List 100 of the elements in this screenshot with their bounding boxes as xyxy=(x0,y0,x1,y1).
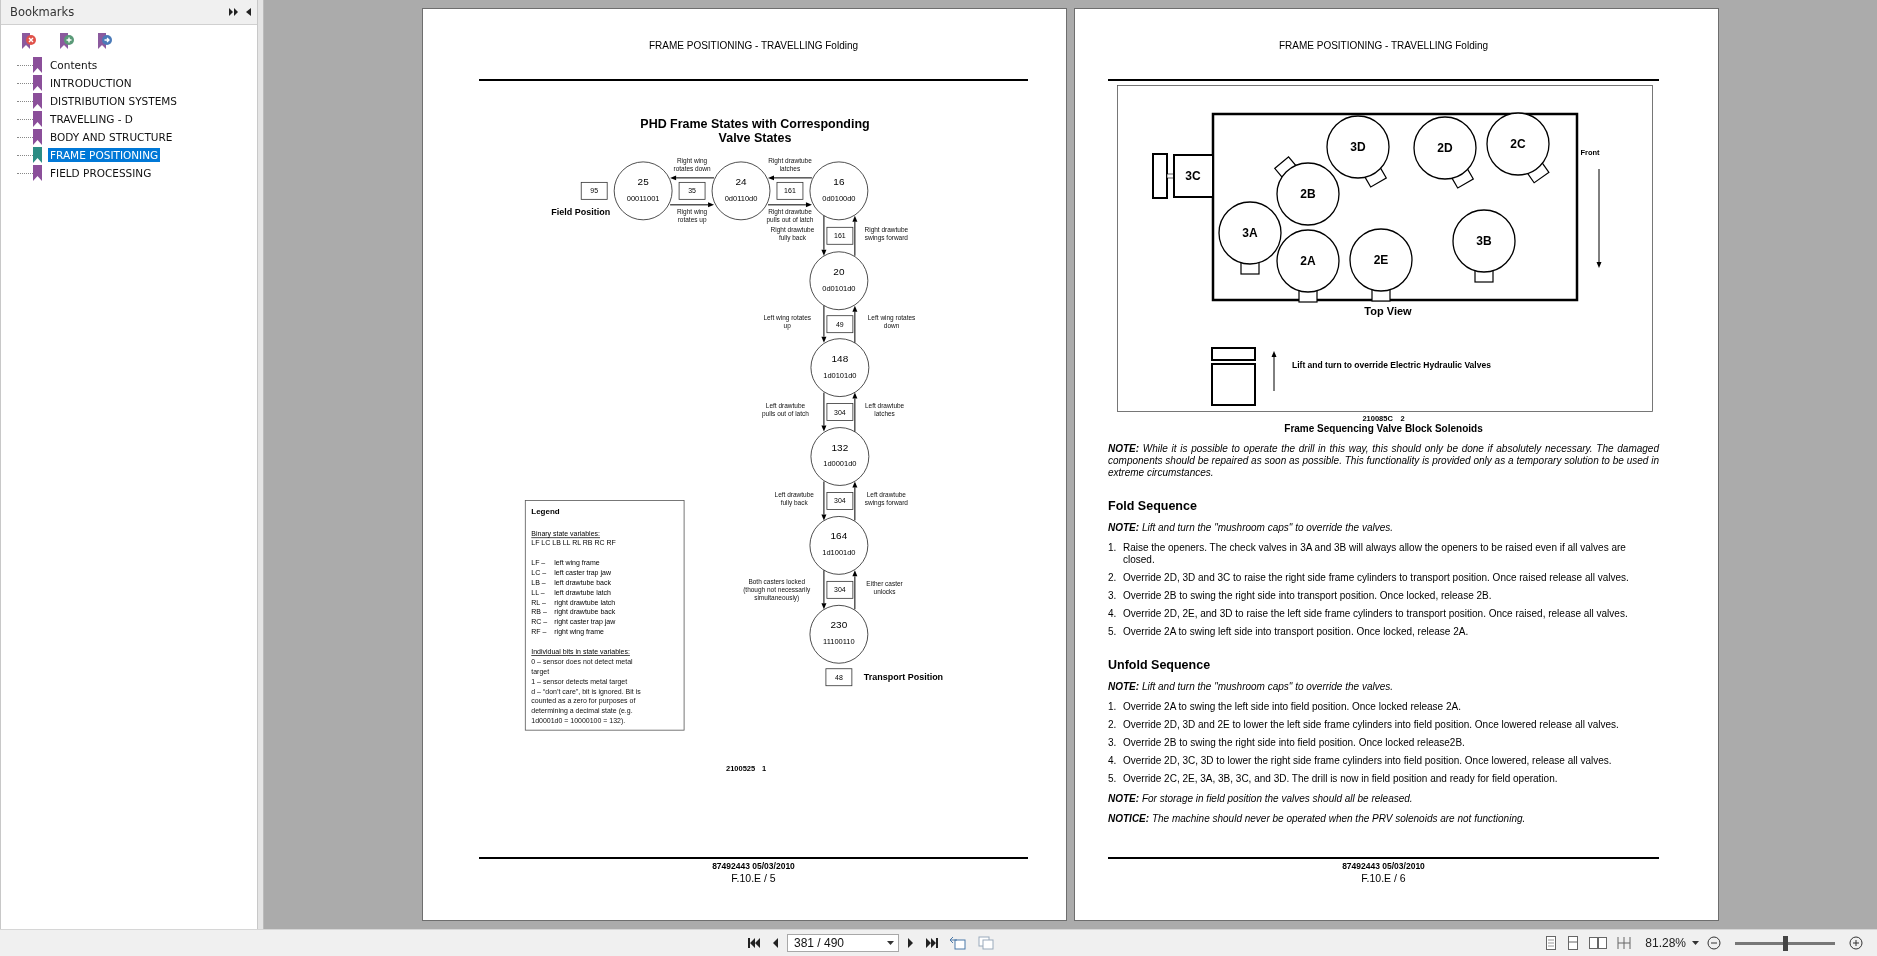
page-number-field[interactable]: 381 / 490 xyxy=(787,934,899,952)
state-number: 20 xyxy=(833,265,845,277)
step-number: 5. xyxy=(1108,626,1118,638)
bookmark-item[interactable]: INTRODUCTION xyxy=(48,76,134,90)
step-number: 3. xyxy=(1108,590,1118,602)
state-number: 24 xyxy=(735,175,747,187)
document-number: 87492443 05/03/2010 xyxy=(1342,861,1425,872)
step-text: Override 2D, 3D and 2E to lower the left side frame cylinders into field position. Once lowered release all valves. xyxy=(1123,719,1620,731)
page-header: FRAME POSITIONING - TRAVELLING Folding xyxy=(647,39,860,52)
step-text: Override 2D, 3D and 3C to raise the right side frame cylinders to transport position. Once raised release all valves. xyxy=(1123,572,1630,584)
delete-bookmark-icon[interactable] xyxy=(21,33,37,50)
bookmark-item[interactable]: BODY AND STRUCTURE xyxy=(48,130,175,144)
note-text: NOTE: While it is possible to operate the drill in this way, this should only be done if absolutely necessary. The damaged components should be repaired as soon as possible. This functionality is provided only as a temporary solution to be used in extreme circumstances. xyxy=(1108,443,1659,479)
state-number: 16 xyxy=(833,175,845,187)
dropdown-caret-icon[interactable] xyxy=(887,941,894,945)
bookmark-icon xyxy=(33,165,42,181)
continuous-facing-icon[interactable] xyxy=(1615,934,1634,952)
valve-label: 2B xyxy=(1300,187,1316,201)
bookmark-icon xyxy=(33,75,42,91)
arrow xyxy=(767,202,812,208)
dropdown-caret-icon[interactable] xyxy=(1692,941,1699,945)
bookmark-item[interactable]: FIELD PROCESSING xyxy=(48,166,154,180)
valve-label: 3C xyxy=(1185,169,1201,183)
position-label: Field Position xyxy=(551,206,611,217)
arrow xyxy=(768,175,813,181)
step-text: Override 2A to swing left side into transport position. Once locked, release 2A. xyxy=(1123,626,1470,638)
state-circle xyxy=(809,251,869,311)
section-heading: Unfold Sequence xyxy=(1108,658,1212,672)
note-text: NOTE: For storage in field position the valves should all be released. xyxy=(1108,793,1414,805)
note-text: NOTE: Lift and turn the "mushroom caps" to override the valves. xyxy=(1108,522,1394,534)
arrow xyxy=(821,392,827,432)
arrow xyxy=(821,481,827,521)
valve-box xyxy=(826,315,854,334)
state-number: 25 xyxy=(637,175,649,187)
arrow xyxy=(852,570,858,610)
valve-label: 2C xyxy=(1510,137,1526,151)
step-number: 2. xyxy=(1108,719,1118,731)
page-number: F.10.E / 5 xyxy=(731,872,776,884)
figure-caption: Frame Sequencing Valve Block Solenoids xyxy=(1283,423,1484,435)
step-text: Override 2D, 2E, and 3D to raise the left side frame cylinders to transport position. Once raised, release all valves. xyxy=(1123,608,1629,620)
collapse-icon[interactable] xyxy=(246,8,251,16)
mushroom-cap-drawing xyxy=(1211,347,1256,406)
arrow xyxy=(852,392,858,433)
bookmark-icon xyxy=(33,93,42,109)
previous-view-icon[interactable] xyxy=(947,934,969,952)
state-circle xyxy=(809,516,869,575)
bookmark-item[interactable]: FRAME POSITIONING xyxy=(48,148,161,162)
view-label: Top View xyxy=(1364,305,1412,317)
step-text: Override 2C, 2E, 3A, 3B, 3C, and 3D. The drill is now in field position and ready for field operation. xyxy=(1123,773,1559,785)
arrow xyxy=(852,305,858,344)
legend-title: Legend xyxy=(531,507,560,517)
valve-box xyxy=(678,181,706,200)
diagram-title: PHD Frame States with Corresponding Valve States xyxy=(640,116,870,145)
zoom-in-icon[interactable] xyxy=(1847,934,1865,952)
step-text: Override 2A to swing the left side into field position. Once locked release 2A. xyxy=(1123,701,1462,713)
page-header: FRAME POSITIONING - TRAVELLING Folding xyxy=(1277,39,1490,52)
step-text: Override 2D, 3C, 3D to lower the right side frame cylinders into field position. Once lowered, release all valves. xyxy=(1123,755,1613,767)
step-number: 1. xyxy=(1108,542,1118,555)
zoom-level[interactable]: 81.28% xyxy=(1645,936,1686,950)
override-hint: Lift and turn to override Electric Hydraulic Valves xyxy=(1292,360,1491,370)
zoom-out-icon[interactable] xyxy=(1705,934,1723,952)
bookmark-item[interactable]: Contents xyxy=(48,58,100,72)
document-number: 87492443 05/03/2010 xyxy=(712,861,795,872)
solenoid-valve xyxy=(1486,112,1550,184)
step-number: 3. xyxy=(1108,737,1118,749)
step-number: 2. xyxy=(1108,572,1118,584)
bookmark-item[interactable]: DISTRIBUTION SYSTEMS xyxy=(48,94,180,108)
valve-label: 3A xyxy=(1242,226,1258,240)
valve-box xyxy=(776,181,804,200)
arrow xyxy=(669,202,715,208)
valve-box xyxy=(826,403,854,421)
slider-thumb[interactable] xyxy=(1783,935,1788,951)
note-text: NOTE: Lift and turn the "mushroom caps" to override the valves. xyxy=(1108,681,1394,693)
expand-icon[interactable] xyxy=(229,8,238,16)
arrow xyxy=(821,569,827,610)
go-to-bookmark-icon[interactable] xyxy=(97,33,113,50)
arrow xyxy=(852,481,858,521)
state-circle xyxy=(809,604,869,664)
lift-arrow xyxy=(1271,351,1277,392)
step-number: 4. xyxy=(1108,608,1118,620)
state-number: 230 xyxy=(830,619,848,631)
state-circle xyxy=(613,161,673,221)
arrow xyxy=(852,215,858,257)
valve-label: 2A xyxy=(1300,254,1316,268)
add-bookmark-icon[interactable] xyxy=(59,33,75,50)
valve-box xyxy=(826,492,854,510)
step-number: 4. xyxy=(1108,755,1118,767)
facing-pages-icon[interactable] xyxy=(1587,934,1610,952)
side-valve-drawing xyxy=(1152,153,1214,199)
panel-title: Bookmarks xyxy=(10,5,76,19)
step-number: 1. xyxy=(1108,701,1118,713)
page-number: F.10.E / 6 xyxy=(1361,872,1406,884)
bookmark-icon xyxy=(33,111,42,127)
section-heading: Fold Sequence xyxy=(1108,499,1198,513)
note-text: NOTICE: The machine should never be operated when the PRV solenoids are not functioning. xyxy=(1108,813,1527,825)
valve-label: 2E xyxy=(1373,253,1389,267)
valve-label: 3D xyxy=(1350,140,1366,154)
valve-box xyxy=(826,226,854,245)
bookmark-item[interactable]: TRAVELLING - D xyxy=(48,112,135,126)
bookmark-icon xyxy=(33,57,42,73)
